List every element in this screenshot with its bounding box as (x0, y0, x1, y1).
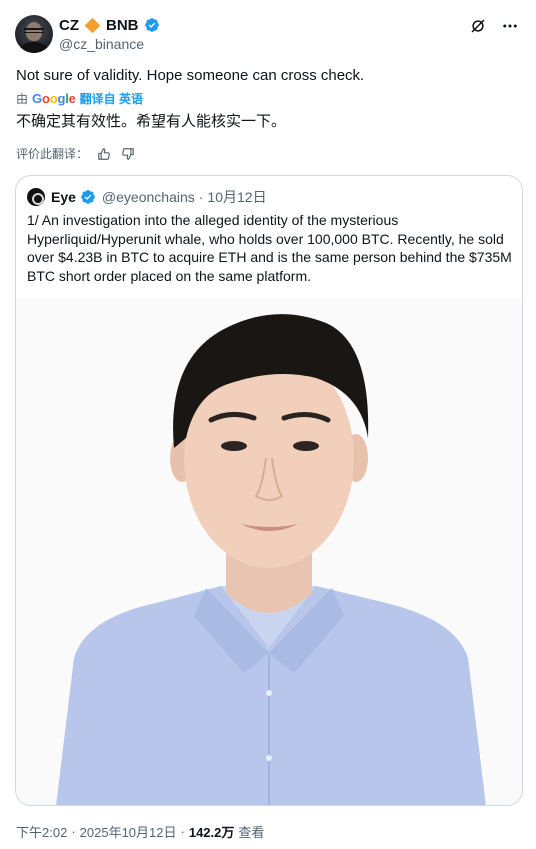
translated-text: 不确定其有效性。希望有人能核实一下。 (16, 113, 287, 130)
quoted-author-avatar[interactable] (27, 188, 45, 206)
tweet-time[interactable]: 下午2:02 (16, 822, 67, 841)
tweet-top-actions (468, 16, 520, 36)
google-logo: Google (32, 91, 76, 106)
translated-from-link[interactable]: 翻译自 英语 (80, 90, 143, 107)
quoted-date[interactable]: 10月12日 (207, 187, 266, 207)
diamond-icon (84, 17, 101, 33)
avatar-body (19, 42, 49, 53)
translated-by-row: 由 Google 翻译自 英语 (16, 90, 143, 107)
author-avatar[interactable] (15, 15, 53, 53)
thumbs-down-icon[interactable] (120, 146, 136, 162)
quoted-author-handle[interactable]: @eyeonchains (102, 189, 195, 205)
views-count: 142.2万 (188, 825, 235, 840)
footer-separator: · (180, 824, 185, 839)
quoted-tweet-photo[interactable] (16, 298, 522, 805)
views-label: 查看 (238, 825, 265, 840)
avatar-glasses (24, 28, 44, 33)
quoted-separator: · (198, 189, 204, 205)
author-handle[interactable]: @cz_binance (59, 36, 144, 52)
quoted-tweet-card[interactable]: Eye @eyeonchains · 10月12日 1/ An investig… (15, 175, 523, 806)
tweet-text: Not sure of validity. Hope someone can c… (16, 67, 365, 84)
tweet-date[interactable]: 2025年10月12日 (80, 822, 177, 841)
more-icon[interactable] (500, 16, 520, 36)
author-name-row[interactable]: CZ BNB (59, 16, 160, 34)
grok-icon[interactable] (468, 16, 488, 36)
verified-icon (81, 190, 95, 204)
footer-separator: · (71, 824, 76, 839)
quoted-tweet-header: Eye @eyeonchains · 10月12日 (27, 188, 267, 206)
thumbs-up-icon[interactable] (96, 146, 112, 162)
author-badge-text: BNB (106, 16, 139, 34)
rate-translation-label: 评价此翻译： (16, 147, 89, 161)
translated-by-prefix: 由 (16, 92, 29, 106)
author-display-name[interactable]: CZ (59, 17, 79, 34)
tweet-footer: 下午2:02 · 2025年10月12日 · 142.2万 查看 (16, 822, 264, 841)
rate-translation-row: 评价此翻译： (16, 145, 136, 162)
quoted-tweet-text: 1/ An investigation into the alleged ide… (27, 212, 512, 284)
portrait-photo (16, 298, 522, 805)
verified-icon (144, 18, 159, 32)
quoted-author-name[interactable]: Eye (51, 189, 76, 205)
